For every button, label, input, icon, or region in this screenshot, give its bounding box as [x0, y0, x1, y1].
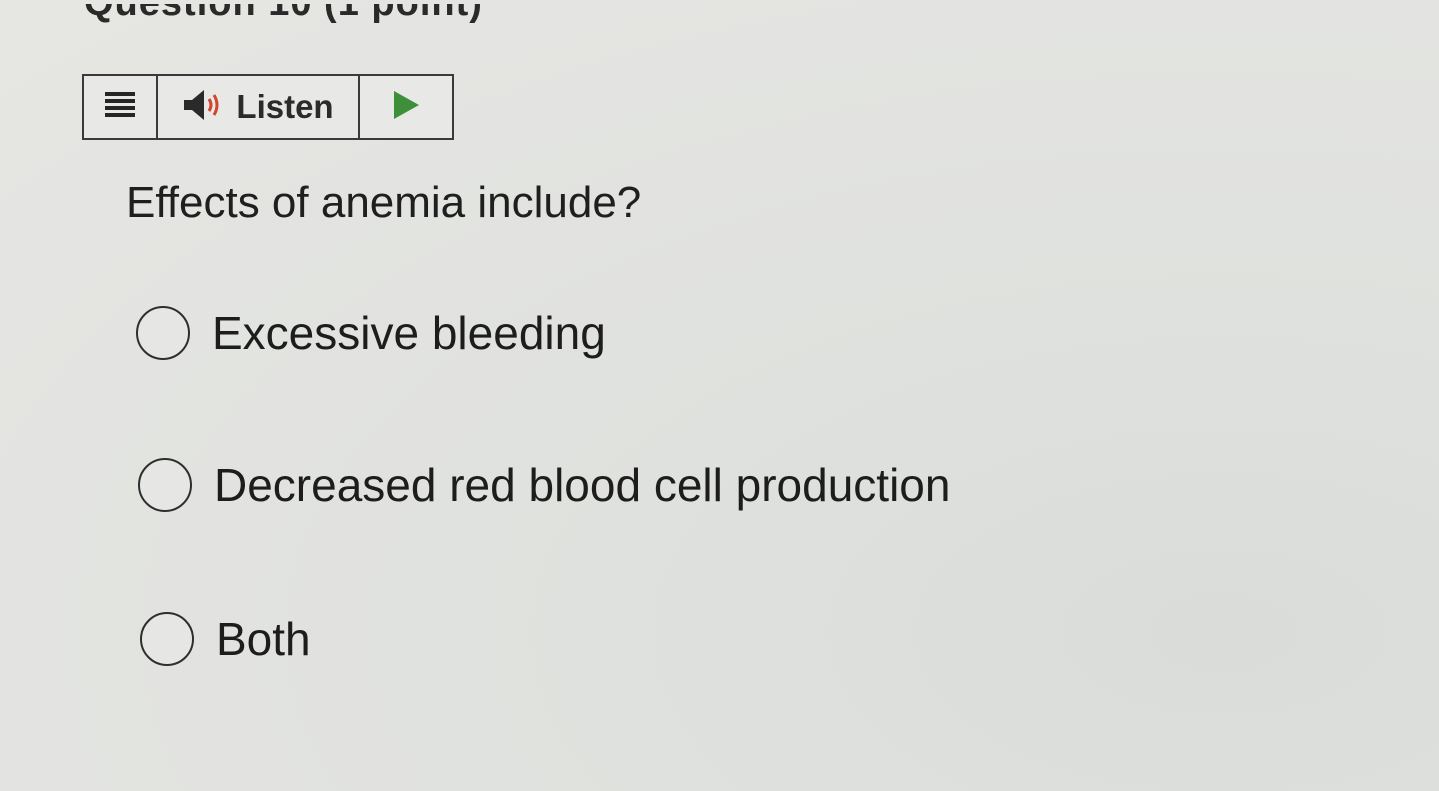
option-label: Decreased red blood cell production [214, 459, 951, 511]
radio-button[interactable] [140, 612, 194, 666]
play-icon [392, 90, 420, 125]
hamburger-menu-icon [105, 91, 135, 124]
radio-button[interactable] [138, 458, 192, 512]
option-decreased-rbc-production[interactable]: Decreased red blood cell production [138, 458, 950, 512]
question-text: Effects of anemia include? [126, 178, 642, 227]
radio-button[interactable] [136, 306, 190, 360]
listen-button[interactable]: Listen [158, 76, 360, 138]
option-label: Excessive bleeding [212, 307, 606, 359]
listen-label: Listen [236, 88, 334, 125]
option-excessive-bleeding[interactable]: Excessive bleeding [136, 306, 606, 360]
speaker-icon [182, 88, 224, 127]
question-header: Question 10 (1 point) [84, 4, 644, 44]
question-header-text: Question 10 (1 point) [84, 4, 483, 25]
option-label: Both [216, 613, 311, 665]
option-both[interactable]: Both [140, 612, 311, 666]
listen-toolbar: Listen [82, 74, 454, 140]
play-button[interactable] [360, 76, 452, 138]
toolbar-menu-button[interactable] [84, 76, 158, 138]
